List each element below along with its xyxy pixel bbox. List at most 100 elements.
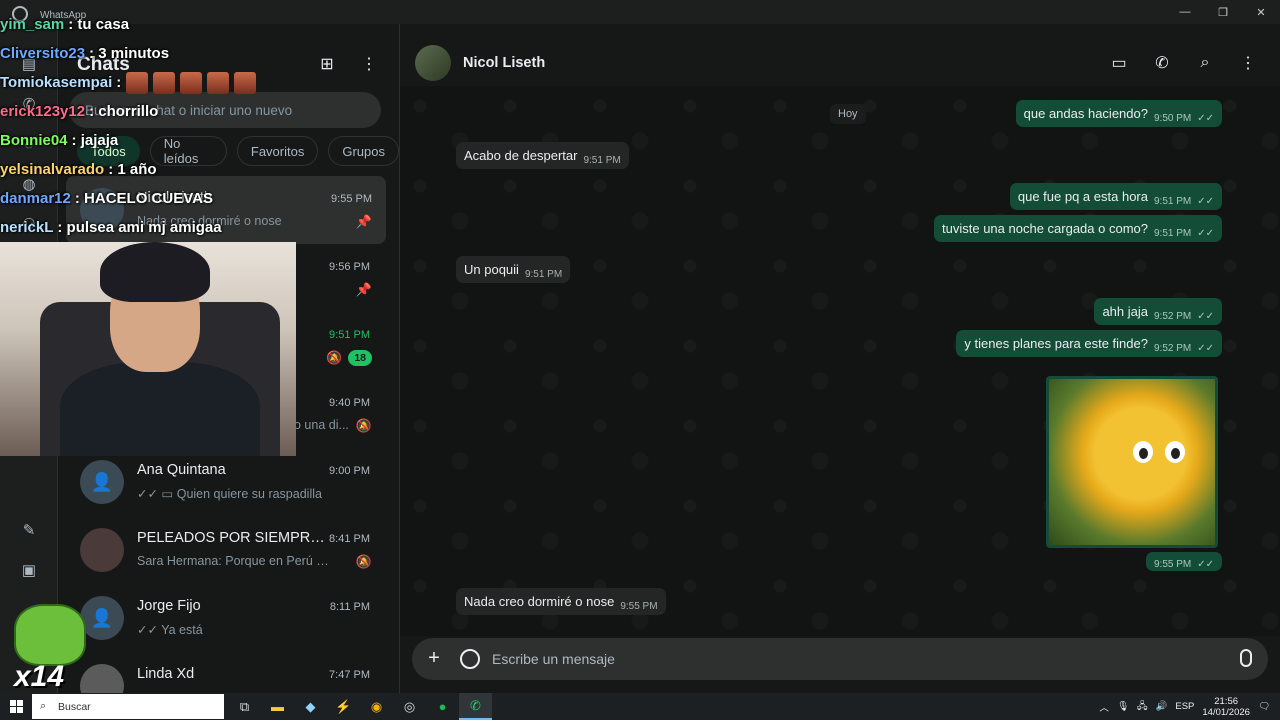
chat-time: 9:00 PM xyxy=(329,465,370,477)
message-in[interactable]: Acabo de despertar 9:51 PM xyxy=(456,142,629,169)
obs-icon[interactable]: ◎ xyxy=(393,693,426,720)
chevron-up-icon[interactable]: ︿ xyxy=(1099,700,1109,714)
day-separator: Hoy xyxy=(830,104,866,124)
chat-preview: o una di... xyxy=(294,418,349,432)
message-out[interactable]: tuviste una noche cargada o como? 9:51 P… xyxy=(934,215,1222,242)
chat-preview: Sara Hermana: Porque en Perú man... xyxy=(137,554,337,568)
overlay-username: erick123y12 xyxy=(0,102,86,120)
muted-icon: 🔕 xyxy=(355,554,372,569)
message-in[interactable]: Nada creo dormiré o nose 9:55 PM xyxy=(456,588,666,615)
whatsapp-icon[interactable]: ✆ xyxy=(459,693,492,720)
mascot-head-icon xyxy=(14,604,86,666)
search-icon[interactable]: ⌕ xyxy=(1195,53,1215,73)
spotify-icon[interactable]: ● xyxy=(426,693,459,720)
pin-icon: 📌 xyxy=(355,282,372,297)
read-ticks-icon: ✓✓ xyxy=(1197,196,1214,207)
overlay-username: Tomiokasempai xyxy=(0,73,113,91)
message-time: 9:52 PM xyxy=(1153,343,1192,354)
menu-icon[interactable]: ⋮ xyxy=(1238,53,1258,73)
muted-icon: 🔕 xyxy=(326,350,343,365)
minimize-button[interactable]: — xyxy=(1166,0,1204,24)
chat-time: 7:47 PM xyxy=(329,669,370,681)
starred-icon[interactable]: ✎ xyxy=(19,520,39,540)
overlay-username: Cliversito23 xyxy=(0,44,86,62)
emote-icon xyxy=(234,71,257,94)
file-explorer-icon[interactable]: ▬ xyxy=(261,693,294,720)
message-text: Acabo de despertar xyxy=(464,148,578,163)
notifications-icon[interactable]: 🗨 xyxy=(1258,701,1270,712)
maximize-button[interactable]: ❐ xyxy=(1204,0,1242,24)
taskbar-search-label: Buscar xyxy=(58,700,91,713)
message-out[interactable]: y tienes planes para este finde? 9:52 PM… xyxy=(956,330,1222,357)
chat-item-linda-xd[interactable]: Linda Xd 7:47 PM xyxy=(58,652,399,693)
read-ticks-icon: ✓✓ xyxy=(1197,559,1214,570)
message-text: que fue pq a esta hora xyxy=(1017,189,1148,204)
read-ticks-icon: ✓✓ xyxy=(1197,113,1214,124)
chat-name: Ana Quintana xyxy=(137,462,226,478)
read-ticks-icon: ✓✓ xyxy=(1197,343,1214,354)
overlay-message: 3 minutos xyxy=(98,44,170,62)
overlay-chat-line: Tomiokasempai: xyxy=(0,68,300,97)
search-icon: ⌕ xyxy=(40,700,47,712)
clock-time: 21:56 xyxy=(1214,695,1239,707)
contact-avatar[interactable] xyxy=(415,45,451,81)
overlay-username: yelsinalvarado xyxy=(0,160,105,178)
chat-item-jorge-fijo[interactable]: 👤 Jorge Fijo 8:11 PM ✓✓ Ya está xyxy=(58,584,399,652)
message-composer: + xyxy=(412,638,1268,680)
read-ticks-icon: ✓✓ xyxy=(1197,228,1214,239)
clock[interactable]: 21:56 14/01/2026 xyxy=(1202,696,1250,718)
unread-badge: 18 xyxy=(348,350,372,366)
emote-icon xyxy=(180,71,203,94)
chrome-icon[interactable]: ◉ xyxy=(360,693,393,720)
filter-grupos[interactable]: Grupos xyxy=(328,136,399,166)
message-text: tuviste una noche cargada o como? xyxy=(942,221,1148,236)
sticker-icon[interactable] xyxy=(460,649,480,669)
system-tray: ︿ 🎙 🖧 🔊 ESP 21:56 14/01/2026 🗨 xyxy=(1099,693,1280,720)
video-call-icon[interactable]: ▭ xyxy=(1109,53,1129,73)
chat-time: 8:41 PM xyxy=(329,533,370,545)
voice-call-icon[interactable]: ✆ xyxy=(1152,53,1172,73)
microphone-icon[interactable] xyxy=(1240,649,1252,667)
overlay-chat-line: yim_sam: tu casa xyxy=(0,10,300,39)
message-in[interactable]: Un poquii 9:51 PM xyxy=(456,256,571,283)
chat-item-peleados[interactable]: PELEADOS POR SIEMPRE ... 8:41 PM Sara He… xyxy=(58,516,399,584)
contact-name[interactable]: Nicol Liseth xyxy=(463,55,545,71)
overlay-chat-line: Bonnie04: jajaja xyxy=(0,126,300,155)
image-content xyxy=(1165,441,1185,463)
microphone-icon[interactable]: 🎙 xyxy=(1117,701,1129,712)
stream-chat-overlay: yim_sam: tu casa Cliversito23: 3 minutos… xyxy=(0,10,300,242)
emote-icon xyxy=(126,71,149,94)
volume-icon[interactable]: 🔊 xyxy=(1156,701,1168,712)
message-out[interactable]: ahh jaja 9:52 PM ✓✓ xyxy=(1094,298,1222,325)
close-button[interactable]: ✕ xyxy=(1242,0,1280,24)
network-icon[interactable]: 🖧 xyxy=(1137,699,1148,715)
read-ticks-icon: ✓✓ xyxy=(1197,311,1214,322)
menu-icon[interactable]: ⋮ xyxy=(359,54,379,74)
windows-start-icon[interactable] xyxy=(10,700,23,713)
message-input[interactable] xyxy=(492,638,1212,680)
muted-icon: 🔕 xyxy=(355,418,372,433)
image-message[interactable] xyxy=(1046,376,1218,548)
message-time: 9:51 PM xyxy=(524,269,563,280)
chat-time: 9:55 PM xyxy=(331,193,372,205)
conversation-header[interactable]: Nicol Liseth ▭ ✆ ⌕ ⋮ xyxy=(400,24,1280,86)
chat-item-ana-quintana[interactable]: 👤 Ana Quintana 9:00 PM ✓✓ ▭ Quien quiere… xyxy=(58,448,399,516)
message-area[interactable]: Hoy que andas haciendo? 9:50 PM ✓✓ Acabo … xyxy=(400,86,1280,636)
message-text: ahh jaja xyxy=(1102,304,1148,319)
message-out[interactable]: que andas haciendo? 9:50 PM ✓✓ xyxy=(1015,100,1222,127)
new-chat-icon[interactable]: ⊞ xyxy=(317,54,337,74)
taskbar-search[interactable]: ⌕ Buscar xyxy=(32,694,224,719)
webcam-content xyxy=(100,242,210,302)
mascot-label: x14 xyxy=(14,660,65,693)
overlay-username: nerickL xyxy=(0,218,54,236)
overlay-message: 1 año xyxy=(117,160,157,178)
message-out[interactable]: que fue pq a esta hora 9:51 PM ✓✓ xyxy=(1009,183,1222,210)
attach-plus-icon[interactable]: + xyxy=(424,648,444,668)
overlay-chat-line: erick123y12: chorrillo xyxy=(0,97,300,126)
overlay-username: danmar12 xyxy=(0,189,71,207)
app-icon[interactable]: ◆ xyxy=(294,693,327,720)
app-icon[interactable]: ⚡ xyxy=(327,693,360,720)
task-view-icon[interactable]: ⧉ xyxy=(228,693,261,720)
language-indicator[interactable]: ESP xyxy=(1175,701,1194,712)
media-icon[interactable]: ▣ xyxy=(19,560,39,580)
